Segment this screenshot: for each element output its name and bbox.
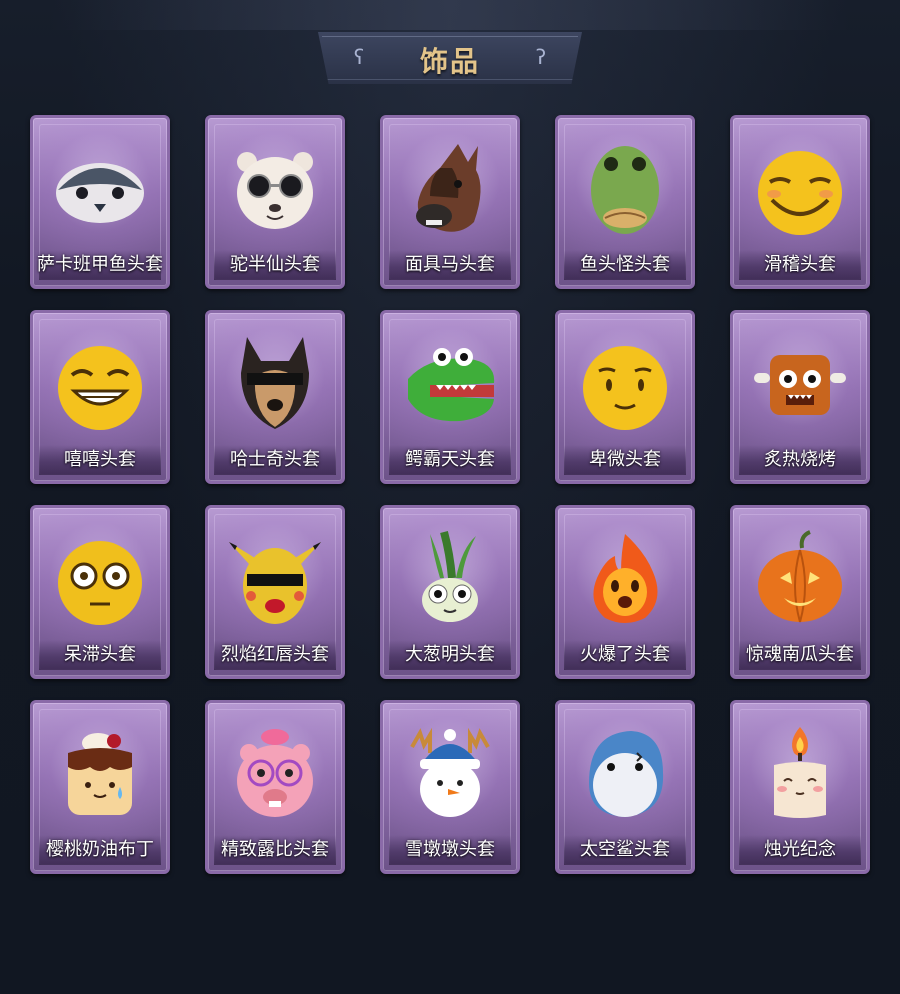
- accessory-card[interactable]: 嘻嘻头套: [30, 310, 170, 484]
- accessory-label: 精致露比头套: [221, 839, 329, 860]
- pumpkin-mask-icon: [758, 530, 842, 623]
- loopy-mask-icon: [237, 729, 313, 817]
- accessory-label: 太空鲨头套: [580, 839, 670, 860]
- accessory-label: 面具马头套: [405, 254, 495, 275]
- husky-mask-icon: [241, 337, 309, 429]
- accessory-label: 嘻嘻头套: [64, 449, 136, 470]
- horse-head-mask-icon: [416, 144, 481, 232]
- section-title-banner: ʕ 饰品 ʔ: [318, 32, 582, 84]
- accessory-label: 哈士奇头套: [230, 449, 320, 470]
- accessory-label: 卑微头套: [589, 449, 661, 470]
- accessory-card[interactable]: 火爆了头套: [555, 505, 695, 679]
- pikachu-lips-mask-icon: [229, 542, 321, 624]
- accessory-label: 大葱明头套: [405, 644, 495, 665]
- alpaca-sunglasses-mask-icon: [237, 152, 313, 229]
- fish-head-mask-icon: [56, 163, 144, 223]
- accessory-label: 萨卡班甲鱼头套: [37, 254, 163, 275]
- accessory-card[interactable]: 哈士奇头套: [205, 310, 345, 484]
- accessory-label: 呆滞头套: [64, 644, 136, 665]
- candle-mask-icon: [774, 727, 826, 818]
- grinning-face-mask-icon: [58, 346, 142, 430]
- right-ornament-icon: ʔ: [535, 45, 547, 69]
- accessory-card[interactable]: 滑稽头套: [730, 115, 870, 289]
- top-decoration: [50, 0, 850, 30]
- accessory-label: 鳄霸天头套: [405, 449, 495, 470]
- accessory-card[interactable]: 萨卡班甲鱼头套: [30, 115, 170, 289]
- accessory-card[interactable]: 惊魂南瓜头套: [730, 505, 870, 679]
- accessory-card[interactable]: 烈焰红唇头套: [205, 505, 345, 679]
- accessory-card[interactable]: 精致露比头套: [205, 700, 345, 874]
- accessory-card[interactable]: 面具马头套: [380, 115, 520, 289]
- accessory-card[interactable]: 大葱明头套: [380, 505, 520, 679]
- scallion-mask-icon: [422, 530, 478, 622]
- accessory-card[interactable]: 驼半仙头套: [205, 115, 345, 289]
- accessory-card[interactable]: 烛光纪念: [730, 700, 870, 874]
- accessory-card[interactable]: 卑微头套: [555, 310, 695, 484]
- green-fish-head-mask-icon: [591, 146, 659, 234]
- accessory-label: 滑稽头套: [764, 254, 836, 275]
- pudding-mask-icon: [68, 733, 132, 815]
- accessory-label: 鱼头怪头套: [580, 254, 670, 275]
- barbecue-mask-icon: [754, 355, 846, 415]
- accessory-card[interactable]: 炙热烧烤: [730, 310, 870, 484]
- fire-mask-icon: [593, 534, 658, 623]
- accessory-card[interactable]: 樱桃奶油布丁: [30, 700, 170, 874]
- accessory-label: 雪墩墩头套: [405, 839, 495, 860]
- dazed-face-mask-icon: [58, 541, 142, 625]
- accessory-label: 烛光纪念: [764, 839, 836, 860]
- space-shark-mask-icon: [589, 731, 664, 817]
- accessory-label: 驼半仙头套: [230, 254, 320, 275]
- accessory-label: 炙热烧烤: [764, 449, 836, 470]
- accessory-label: 火爆了头套: [580, 644, 670, 665]
- humble-face-mask-icon: [583, 346, 667, 430]
- crocodile-mask-icon: [408, 348, 495, 422]
- accessory-label: 樱桃奶油布丁: [46, 839, 154, 860]
- accessory-card[interactable]: 雪墩墩头套: [380, 700, 520, 874]
- accessory-card[interactable]: 太空鲨头套: [555, 700, 695, 874]
- accessory-card[interactable]: 鱼头怪头套: [555, 115, 695, 289]
- accessory-card[interactable]: 鳄霸天头套: [380, 310, 520, 484]
- funny-face-mask-icon: [758, 151, 842, 235]
- accessory-label: 惊魂南瓜头套: [746, 644, 854, 665]
- accessory-label: 烈焰红唇头套: [221, 644, 329, 665]
- snowman-mask-icon: [410, 727, 490, 817]
- accessory-card[interactable]: 呆滞头套: [30, 505, 170, 679]
